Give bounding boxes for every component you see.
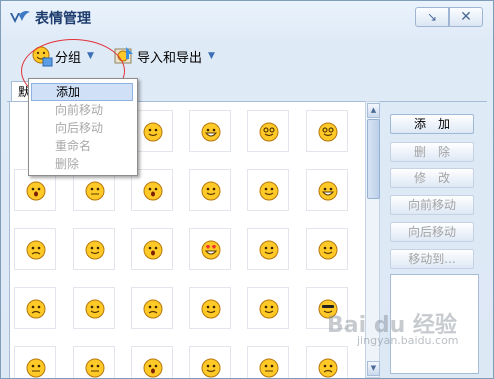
menu-item[interactable]: 重命名 (31, 137, 133, 155)
emoticon-cell[interactable] (131, 346, 173, 378)
watermark-url: jingyan.baidu.com (357, 334, 459, 347)
emoticon-cell[interactable] (189, 110, 231, 152)
awkward-emoticon-icon (259, 181, 279, 201)
app-logo-icon (10, 11, 30, 23)
heart-eyes-emoticon-icon (201, 240, 221, 260)
menu-item[interactable]: 删除 (31, 155, 133, 173)
confused-emoticon-icon (26, 299, 46, 319)
import-export-icon (114, 47, 133, 64)
emoticon-cell[interactable] (189, 346, 231, 378)
emoticon-cell[interactable] (189, 169, 231, 211)
import-export-label: 导入和导出 (137, 50, 203, 66)
heart-emoticon-icon (201, 358, 221, 378)
emoticon-cell[interactable] (14, 287, 56, 329)
sleepy-emoticon-icon (26, 358, 46, 378)
menu-item[interactable]: 向后移动 (31, 119, 133, 137)
scroll-up-icon[interactable]: ▲ (367, 103, 380, 118)
group-menu-label: 分组 (55, 50, 82, 66)
wide-eyes-emoticon-icon (143, 240, 163, 260)
tired-emoticon-icon (85, 358, 105, 378)
grumpy-emoticon-icon (318, 358, 338, 378)
side-button[interactable]: 添 加 (390, 114, 474, 134)
bored-emoticon-icon (259, 358, 279, 378)
minimize-button[interactable]: ↘ (415, 7, 449, 27)
emoticon-cell[interactable] (14, 346, 56, 378)
emoticon-cell[interactable] (247, 228, 289, 270)
side-button[interactable]: 移动到... (390, 249, 474, 269)
shocked-emoticon-icon (143, 181, 163, 201)
sigh-emoticon-icon (85, 299, 105, 319)
close-button[interactable]: ✕ (449, 7, 483, 27)
scroll-thumb[interactable] (367, 119, 380, 199)
side-button[interactable]: 修 改 (390, 168, 474, 188)
emoticon-cell[interactable] (189, 287, 231, 329)
menu-item[interactable]: 向前移动 (31, 101, 133, 119)
emoticon-group-icon (32, 46, 53, 67)
window-title: 表情管理 (35, 11, 91, 27)
tongue-emoticon-icon (143, 122, 163, 142)
swirl-eyes-emoticon-icon (318, 122, 338, 142)
big-grin-emoticon-icon (201, 122, 221, 142)
dizzy-emoticon-icon (259, 122, 279, 142)
laughing-emoticon-icon (318, 181, 338, 201)
chevron-down-icon: ▼ (208, 51, 215, 61)
emoticon-cell[interactable] (306, 228, 348, 270)
emoticon-cell[interactable] (73, 346, 115, 378)
title-bar: 表情管理 ↘ ✕ (1, 1, 493, 35)
pout-emoticon-icon (201, 299, 221, 319)
scroll-down-icon[interactable]: ▼ (367, 361, 380, 376)
menu-item[interactable]: 添加 (31, 83, 133, 101)
side-button[interactable]: 向后移动 (390, 222, 474, 242)
side-button[interactable]: 删 除 (390, 142, 474, 162)
emoticon-cell[interactable] (131, 228, 173, 270)
emoticon-cell[interactable] (306, 110, 348, 152)
surprised-emoticon-icon (26, 181, 46, 201)
emoticon-cell[interactable] (247, 287, 289, 329)
emoticon-cell[interactable] (73, 287, 115, 329)
sad-emoticon-icon (26, 240, 46, 260)
cool-sweat-emoticon-icon (259, 299, 279, 319)
toolbar: 分组 ▼ 导入和导出 ▼ (1, 39, 493, 79)
crazy-emoticon-icon (201, 181, 221, 201)
emoticon-manager-window: 表情管理 ↘ ✕ 分组 ▼ 导入和导出 ▼ 默 ▲ ▼ 添 加 删 除 修 改 … (0, 0, 494, 379)
import-export-button[interactable]: 导入和导出 ▼ (113, 43, 215, 69)
emoticon-cell[interactable] (247, 110, 289, 152)
emoticon-cell[interactable] (306, 346, 348, 378)
group-dropdown-menu: 添加 向前移动 向后移动 重命名 删除 (28, 78, 138, 176)
group-menu-button[interactable]: 分组 ▼ (31, 43, 94, 69)
emoticon-cell[interactable] (73, 228, 115, 270)
straight-face-emoticon-icon (85, 181, 105, 201)
emoticon-cell[interactable] (247, 346, 289, 378)
emoticon-cell[interactable] (131, 287, 173, 329)
sweat-emoticon-icon (259, 240, 279, 260)
crying-emoticon-icon (143, 299, 163, 319)
emoticon-cell[interactable] (306, 169, 348, 211)
smirk-emoticon-icon (85, 240, 105, 260)
scared-emoticon-icon (143, 358, 163, 378)
emoticon-cell[interactable] (247, 169, 289, 211)
chevron-down-icon: ▼ (87, 51, 94, 61)
side-button[interactable]: 向前移动 (390, 195, 474, 215)
emoticon-cell[interactable] (14, 228, 56, 270)
emoticon-cell[interactable] (189, 228, 231, 270)
shy-emoticon-icon (318, 240, 338, 260)
